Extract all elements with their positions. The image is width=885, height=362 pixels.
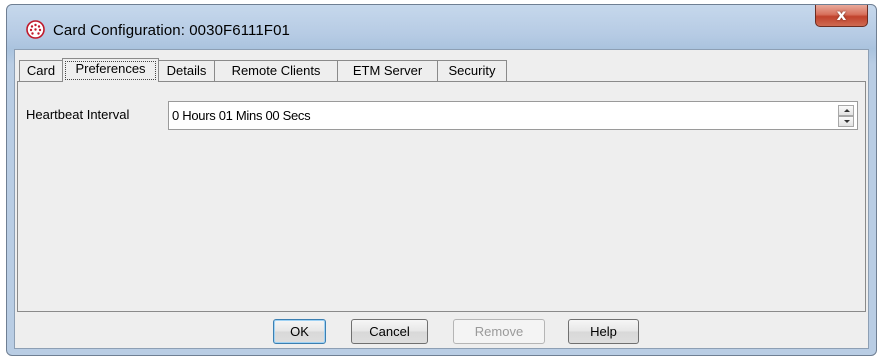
spinner-up-arrow-icon[interactable] (838, 105, 854, 116)
heartbeat-interval-label: Heartbeat Interval (26, 107, 130, 122)
tab-security[interactable]: Security (437, 60, 507, 81)
dialog-window: Card Configuration: 0030F6111F01 x Card … (6, 4, 877, 356)
window-title: Card Configuration: 0030F6111F01 (53, 22, 290, 39)
help-button[interactable]: Help (568, 319, 639, 344)
ok-button[interactable]: OK (273, 319, 326, 344)
close-icon: x (836, 6, 847, 24)
tab-details[interactable]: Details (158, 60, 215, 81)
tab-etm-server[interactable]: ETM Server (337, 60, 438, 81)
dialog-content: Card Preferences Details Remote Clients … (14, 49, 869, 349)
network-globe-icon (26, 20, 45, 39)
heartbeat-interval-spinner[interactable]: 0 Hours 01 Mins 00 Secs (168, 101, 858, 130)
title-bar[interactable]: Card Configuration: 0030F6111F01 x (7, 5, 876, 49)
spinner-down-arrow-icon[interactable] (838, 116, 854, 127)
tab-preferences[interactable]: Preferences (62, 58, 159, 82)
close-button[interactable]: x (815, 5, 868, 27)
tab-remote-clients[interactable]: Remote Clients (214, 60, 338, 81)
heartbeat-interval-value[interactable]: 0 Hours 01 Mins 00 Secs (172, 108, 311, 123)
remove-button[interactable]: Remove (453, 319, 545, 344)
focus-ring (65, 61, 156, 80)
tab-card[interactable]: Card (19, 60, 63, 81)
preferences-panel: Heartbeat Interval 0 Hours 01 Mins 00 Se… (17, 81, 866, 312)
cancel-button[interactable]: Cancel (351, 319, 428, 344)
